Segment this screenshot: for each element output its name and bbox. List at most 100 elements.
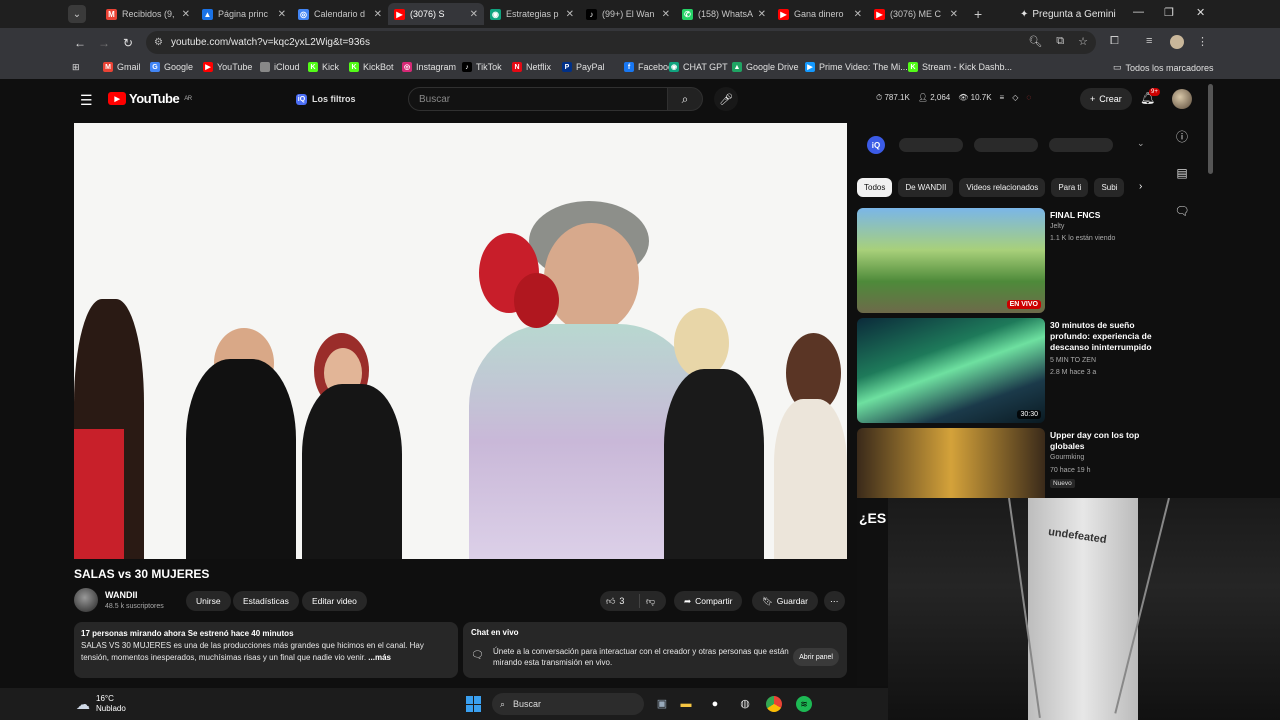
reload-icon[interactable]: ↻ <box>116 36 140 50</box>
minimize-icon[interactable]: — <box>1133 6 1144 18</box>
back-icon[interactable]: ← <box>68 36 92 50</box>
weather-widget[interactable]: ☁ 16°C Nublado <box>76 694 126 714</box>
list-icon[interactable]: ≡ <box>1000 93 1005 103</box>
filters-button[interactable]: iQ Los filtros <box>296 90 356 108</box>
search-button[interactable]: ⌕ <box>667 87 703 111</box>
forward-icon[interactable]: → <box>92 36 116 50</box>
youtube-logo[interactable]: ▶ YouTube AR <box>108 91 192 106</box>
bookmark-item[interactable]: N Netflix <box>512 62 551 72</box>
filter-chip[interactable]: Subi <box>1094 178 1125 197</box>
bookmark-item[interactable]: K Stream - Kick Dashb... <box>908 62 1012 72</box>
bookmark-item[interactable]: ▶ Prime Video: The Mi... <box>805 62 908 72</box>
create-button[interactable]: + Crear <box>1080 88 1132 110</box>
browser-tab[interactable]: ✆ (158) WhatsA ✕ <box>676 3 772 25</box>
filter-chip[interactable]: Todos <box>857 178 893 197</box>
alert-icon[interactable]: ◌ <box>1026 93 1031 103</box>
description-box[interactable]: 17 personas mirando ahora Se estrenó hac… <box>74 622 458 678</box>
iq-extension-icon[interactable]: iQ <box>867 136 885 154</box>
browser-menu-icon[interactable]: ⋮ <box>1197 35 1208 48</box>
windows-start-icon[interactable] <box>466 696 482 712</box>
comments-icon[interactable]: ▤ <box>1172 166 1192 204</box>
recommendation-channel[interactable]: 5 MIN TO ZEN <box>1050 357 1096 364</box>
join-button[interactable]: Unirse <box>186 591 231 611</box>
profile-avatar[interactable] <box>1170 35 1184 49</box>
extension-slot[interactable] <box>974 138 1038 152</box>
browser-tab[interactable]: M Recibidos (9, ✕ <box>100 3 196 25</box>
menu-hamburger-icon[interactable]: ☰ <box>80 92 93 109</box>
bookmark-item[interactable]: iCloud <box>260 62 300 72</box>
browser-tab[interactable]: ▲ Página princ ✕ <box>196 3 292 25</box>
chevron-down-icon[interactable]: ⌄ <box>1137 138 1145 149</box>
app-icon[interactable]: ● <box>707 696 723 712</box>
tab-close-icon[interactable]: ✕ <box>470 9 478 20</box>
bookmark-item[interactable]: K KickBot <box>349 62 394 72</box>
site-info-icon[interactable]: ⚙ <box>154 37 163 48</box>
ask-gemini-button[interactable]: ✦ Pregunta a Gemini <box>1012 5 1124 23</box>
recommendation-title[interactable]: 30 minutos de sueño profundo: experienci… <box>1050 320 1154 353</box>
shield-icon[interactable]: ◇ <box>1012 93 1018 103</box>
tab-close-icon[interactable]: ✕ <box>758 9 766 20</box>
video-thumbnail[interactable]: EN VIVO <box>857 208 1045 313</box>
recommendation-title[interactable]: FINAL FNCS <box>1050 210 1154 221</box>
extension-slot[interactable] <box>1049 138 1113 152</box>
bookmark-item[interactable]: ◉ CHAT GPT <box>669 62 728 72</box>
apps-grid-icon[interactable]: ⊞ <box>72 62 80 73</box>
chat-bubble-icon[interactable]: 🗨︎ <box>1172 204 1192 242</box>
more-actions-icon[interactable]: ⋯ <box>824 591 845 611</box>
install-icon[interactable]: ⧉ <box>1056 35 1064 48</box>
extensions-icon[interactable]: ⧠ <box>1110 35 1119 48</box>
tab-close-icon[interactable]: ✕ <box>662 9 670 20</box>
bookmark-item[interactable]: ▶ YouTube <box>203 62 252 72</box>
video-thumbnail[interactable] <box>857 428 1045 498</box>
filter-chip[interactable]: Videos relacionados <box>959 178 1046 197</box>
edit-video-button[interactable]: Editar video <box>302 591 367 611</box>
bookmark-item[interactable]: ▲ Google Drive <box>732 62 799 72</box>
tab-close-icon[interactable]: ✕ <box>950 9 958 20</box>
new-tab-button[interactable]: + <box>974 6 982 22</box>
tab-close-icon[interactable]: ✕ <box>374 9 382 20</box>
all-bookmarks-button[interactable]: ▭ Todos los marcadores <box>1113 62 1214 73</box>
browser-tab[interactable]: ◉ Estrategias p ✕ <box>484 3 580 25</box>
taskbar-search[interactable]: ⌕ Buscar <box>492 693 644 715</box>
search-input[interactable]: Buscar <box>408 87 668 111</box>
bookmark-item[interactable]: P PayPal <box>562 62 605 72</box>
channel-avatar[interactable] <box>74 588 98 612</box>
tab-close-icon[interactable]: ✕ <box>278 9 286 20</box>
dislike-button[interactable]: 👎︎ <box>640 596 655 607</box>
analytics-button[interactable]: Estadísticas <box>233 591 299 611</box>
extension-slot[interactable] <box>899 138 963 152</box>
chrome-icon[interactable] <box>766 696 782 712</box>
bookmark-item[interactable]: K Kick <box>308 62 339 72</box>
voice-search-icon[interactable]: 🎤︎ <box>714 87 738 111</box>
filter-chip[interactable]: De WANDII <box>898 178 954 197</box>
tab-close-icon[interactable]: ✕ <box>566 9 574 20</box>
bookmark-item[interactable]: ♪ TikTok <box>462 62 502 72</box>
account-avatar[interactable] <box>1172 89 1192 109</box>
recommendation-item[interactable]: Upper day con los top globales Gourmking… <box>857 428 1157 498</box>
tab-close-icon[interactable]: ✕ <box>182 9 190 20</box>
media-icon[interactable]: ≡ <box>1146 35 1152 47</box>
browser-tab[interactable]: ▶ (3076) ME C ✕ <box>868 3 964 25</box>
app-icon[interactable]: ◍ <box>737 696 753 712</box>
recommendation-item[interactable]: 30:30 30 minutos de sueño profundo: expe… <box>857 318 1157 424</box>
info-icon[interactable]: ⓘ <box>1172 128 1192 166</box>
spotify-icon[interactable]: ≋ <box>796 696 812 712</box>
restore-icon[interactable]: ❐ <box>1164 6 1174 19</box>
bookmark-item[interactable]: G Google <box>150 62 193 72</box>
bookmark-star-icon[interactable]: ☆ <box>1078 35 1088 48</box>
browser-tab[interactable]: ▶ (3076) S ✕ <box>388 3 484 25</box>
save-button[interactable]: 🔖︎ Guardar <box>752 591 818 611</box>
file-explorer-icon[interactable]: ▬ <box>678 696 694 712</box>
recommendation-title[interactable]: Upper day con los top globales <box>1050 430 1154 452</box>
show-more-link[interactable]: ...más <box>368 653 391 662</box>
browser-tab[interactable]: ▶ Gana dinero ✕ <box>772 3 868 25</box>
video-thumbnail[interactable]: 30:30 <box>857 318 1045 423</box>
browser-tab[interactable]: ◎ Calendario d ✕ <box>292 3 388 25</box>
recommendation-channel[interactable]: Jelty <box>1050 223 1064 230</box>
chevron-right-icon[interactable]: › <box>1139 181 1142 192</box>
channel-name[interactable]: WANDII <box>105 590 138 600</box>
bookmark-item[interactable]: M Gmail <box>103 62 141 72</box>
bookmark-item[interactable]: ◎ Instagram <box>402 62 456 72</box>
task-view-icon[interactable]: ▣ <box>654 696 670 712</box>
recommendation-channel[interactable]: Gourmking <box>1050 454 1084 461</box>
